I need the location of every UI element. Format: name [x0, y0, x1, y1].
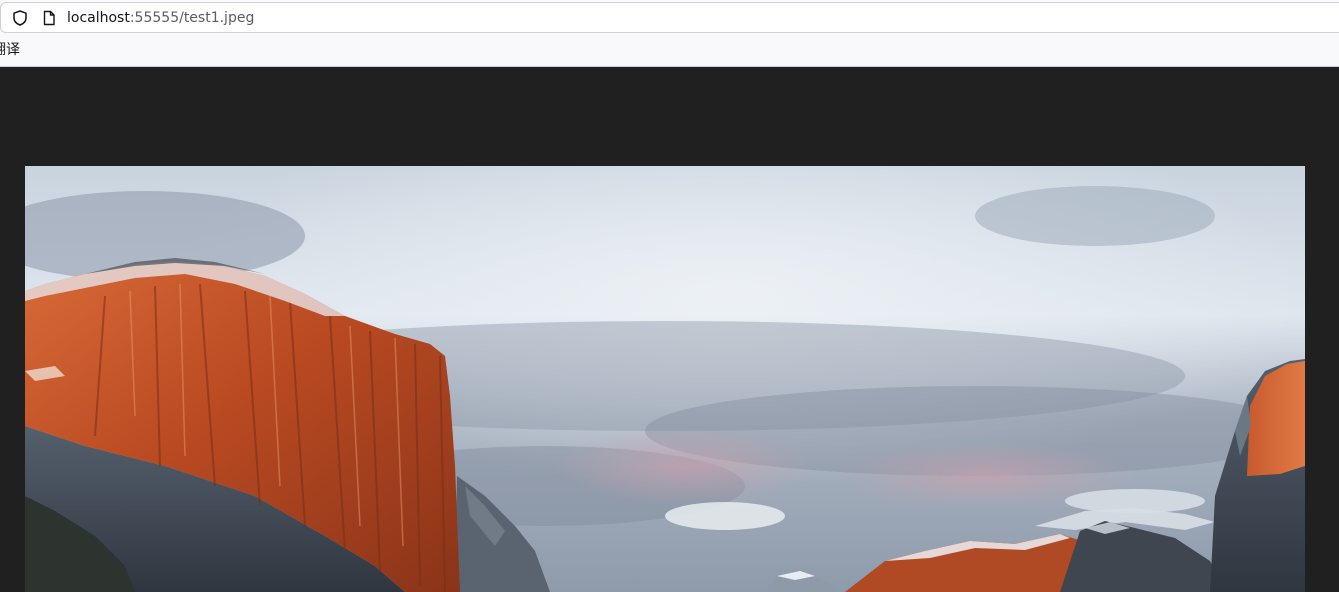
shield-icon[interactable]	[11, 9, 29, 27]
url-bar[interactable]: localhost:55555/test1.jpeg	[0, 2, 1339, 33]
url-text[interactable]: localhost:55555/test1.jpeg	[67, 9, 254, 27]
browser-window: localhost:55555/test1.jpeg 翻译	[0, 0, 1339, 592]
landscape-photo	[25, 166, 1305, 592]
bookmarks-toolbar: 翻译	[0, 35, 1339, 67]
toolbar: localhost:55555/test1.jpeg	[0, 0, 1339, 35]
page-icon	[40, 9, 58, 27]
url-host: localhost	[67, 10, 130, 26]
bookmark-item-translate[interactable]: 翻译	[0, 41, 20, 59]
url-path: :55555/test1.jpeg	[129, 10, 255, 26]
displayed-image[interactable]	[25, 166, 1305, 592]
image-viewer	[0, 67, 1339, 592]
